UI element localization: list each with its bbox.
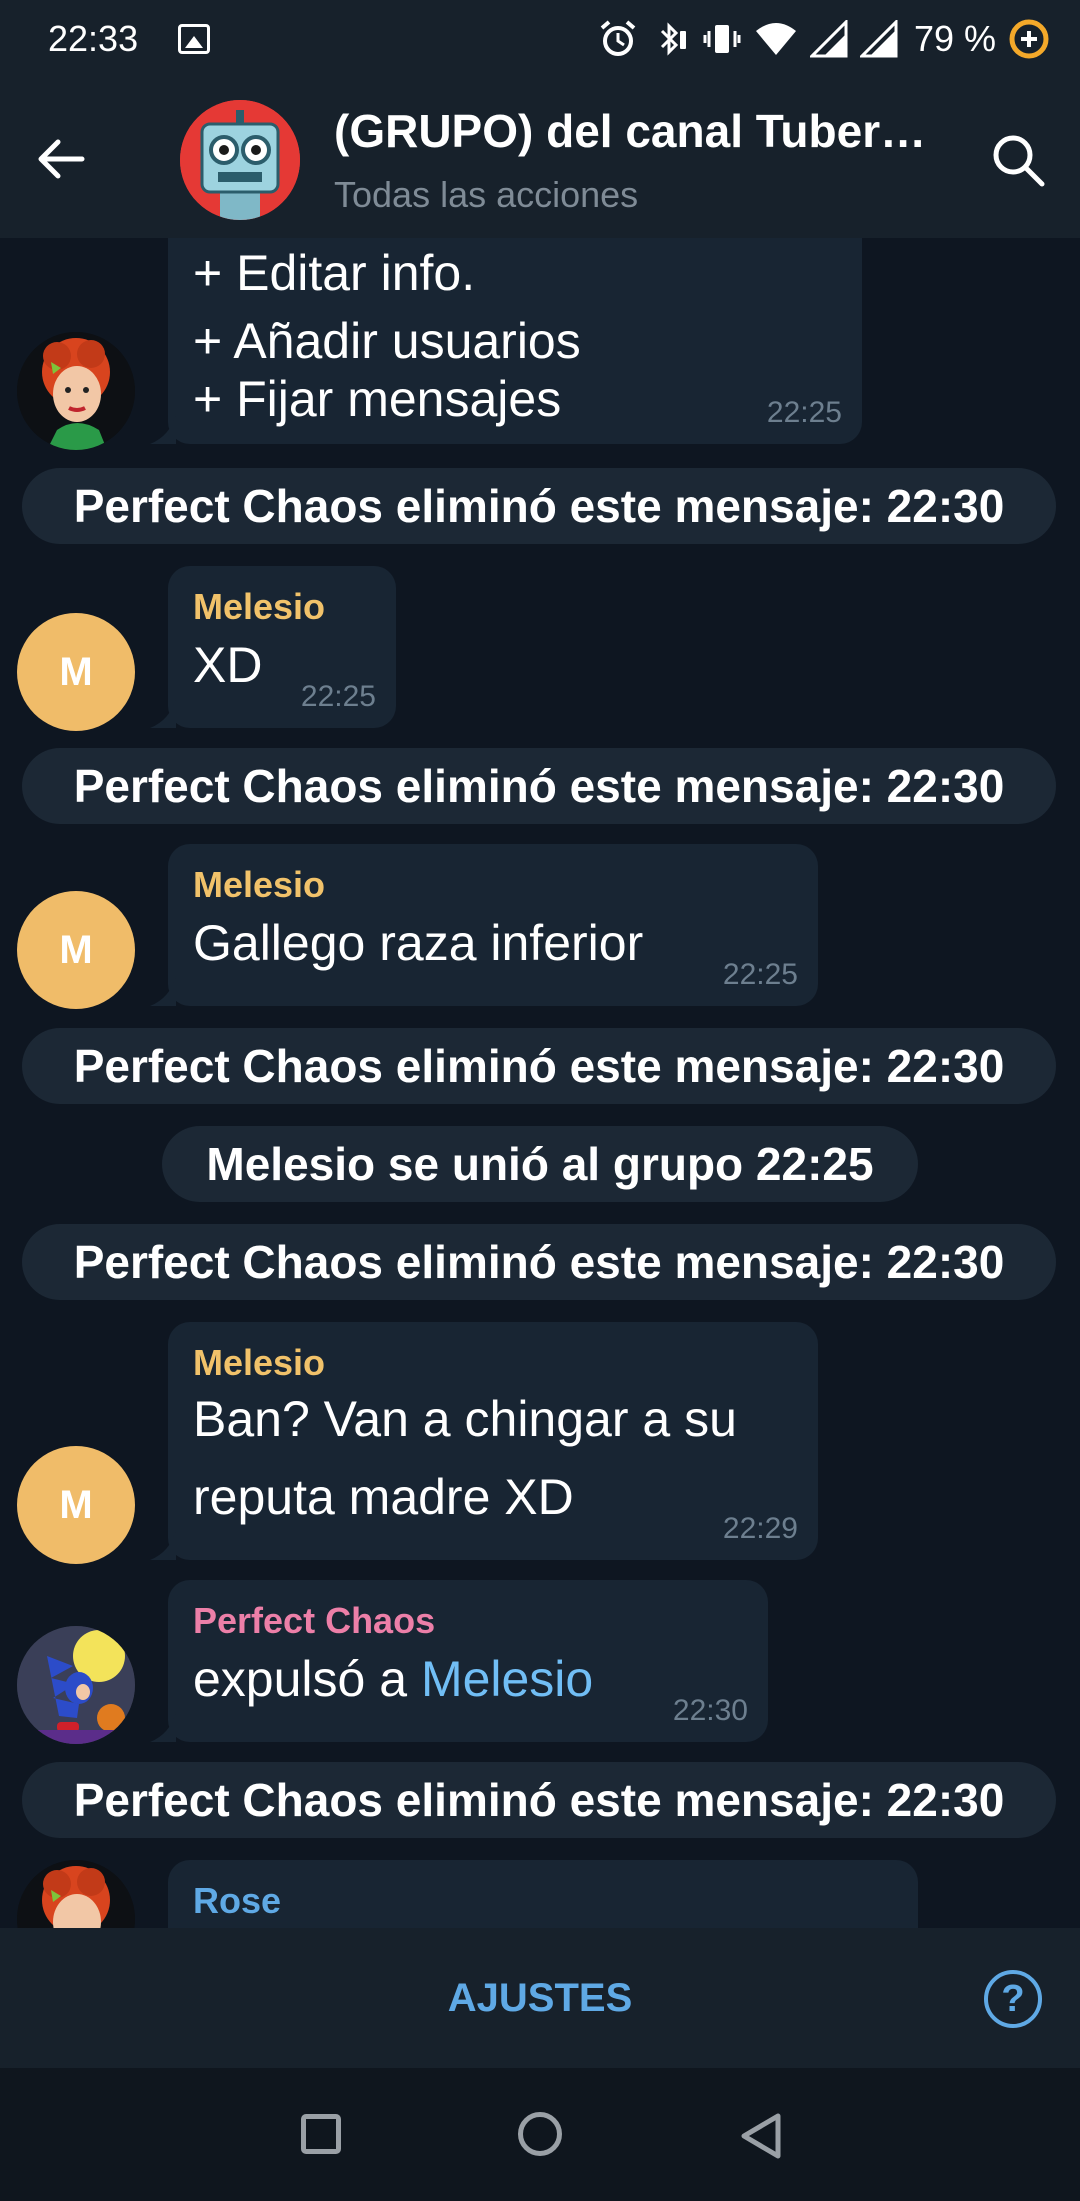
- rose-avatar-image: [17, 332, 135, 450]
- service-message: Perfect Chaos eliminó este mensaje: 22:3…: [22, 1762, 1056, 1838]
- message-text-line: reputa madre XD: [193, 1469, 574, 1525]
- message-time: 22:29: [722, 1512, 798, 1545]
- message-sender[interactable]: Perfect Chaos: [193, 1600, 435, 1642]
- avatar-melesio[interactable]: M: [17, 1446, 135, 1564]
- chat-list[interactable]: + Editar info. + Añadir usuarios + Fijar…: [0, 238, 1080, 1928]
- service-message: Perfect Chaos eliminó este mensaje: 22:3…: [22, 1028, 1056, 1104]
- message-text-line: + Fijar mensajes: [193, 371, 562, 427]
- navigation-bar: [0, 2068, 1080, 2201]
- message-sender[interactable]: Rose: [193, 1880, 281, 1922]
- avatar-melesio[interactable]: M: [17, 891, 135, 1009]
- bubble-tail: [150, 1530, 176, 1560]
- message-bubble[interactable]: Perfect Chaos expulsó a Melesio 22:30: [168, 1580, 768, 1742]
- message-time: 22:30: [672, 1694, 748, 1727]
- group-avatar[interactable]: [180, 100, 300, 220]
- nav-back-button[interactable]: [738, 2112, 784, 2160]
- message-text-prefix: expulsó a: [193, 1651, 421, 1707]
- bubble-tail: [150, 414, 176, 444]
- battery-saver-icon: [1009, 19, 1049, 59]
- sonic-avatar-image: [17, 1626, 135, 1744]
- avatar-melesio[interactable]: M: [17, 613, 135, 731]
- group-title[interactable]: (GRUPO) del canal Tuber…: [334, 104, 934, 158]
- bubble-tail: [150, 698, 176, 728]
- mention-link[interactable]: Melesio: [421, 1651, 593, 1707]
- message-sender[interactable]: Melesio: [193, 1342, 325, 1384]
- status-bar: 22:33 79 %: [0, 0, 1080, 80]
- service-message: Perfect Chaos eliminó este mensaje: 22:3…: [22, 748, 1056, 824]
- message-bubble[interactable]: Melesio XD 22:25: [168, 566, 396, 728]
- bottom-bar: AJUSTES ?: [0, 1928, 1080, 2068]
- image-notification-icon: [178, 24, 210, 54]
- avatar-rose[interactable]: [17, 1860, 135, 1928]
- avatar-perfect-chaos[interactable]: [17, 1626, 135, 1744]
- service-message: Perfect Chaos eliminó este mensaje: 22:3…: [22, 468, 1056, 544]
- status-icons: 79 %: [598, 14, 1050, 64]
- screen: 22:33 79 % (GRUPO) del canal Tuber… Toda…: [0, 0, 1080, 2201]
- message-text: Gallego raza inferior: [193, 915, 644, 971]
- search-button[interactable]: [986, 128, 1050, 192]
- signal-icon-2: [859, 20, 898, 58]
- service-message-joined: Melesio se unió al grupo 22:25: [162, 1126, 918, 1202]
- search-icon: [993, 135, 1045, 187]
- message-text: expulsó a Melesio: [193, 1640, 593, 1718]
- message-text: XD: [193, 637, 263, 693]
- bubble-tail: [150, 976, 176, 1006]
- bubble-tail: [150, 1712, 176, 1742]
- message-sender[interactable]: Melesio: [193, 586, 325, 628]
- alarm-icon: [600, 20, 636, 56]
- message-bubble[interactable]: Melesio Ban? Van a chingar a su reputa m…: [168, 1322, 818, 1560]
- status-time: 22:33: [48, 18, 139, 59]
- vibrate-icon: [703, 25, 741, 53]
- service-message: Perfect Chaos eliminó este mensaje: 22:3…: [22, 1224, 1056, 1300]
- message-bubble[interactable]: Rose: [168, 1860, 918, 1928]
- rose-avatar-image: [17, 1860, 135, 1928]
- robot-avatar-image: [180, 100, 300, 220]
- bluetooth-icon: [660, 22, 686, 56]
- avatar-rose[interactable]: [17, 332, 135, 450]
- header-subtitle: Todas las acciones: [334, 174, 639, 215]
- chat-header: (GRUPO) del canal Tuber… Todas las accio…: [0, 80, 1080, 238]
- message-time: 22:25: [722, 958, 798, 991]
- message-text-line: + Editar info.: [193, 245, 476, 301]
- message-text-line: Ban? Van a chingar a su: [193, 1391, 737, 1447]
- home-button[interactable]: [518, 2112, 562, 2156]
- signal-icon-1: [809, 20, 848, 58]
- help-button[interactable]: ?: [984, 1970, 1042, 2028]
- message-bubble[interactable]: + Editar info. + Añadir usuarios + Fijar…: [168, 238, 862, 444]
- settings-button[interactable]: AJUSTES: [390, 1966, 690, 2030]
- battery-percent: 79 %: [913, 18, 996, 59]
- arrow-left-icon: [38, 139, 85, 179]
- message-bubble[interactable]: Melesio Gallego raza inferior 22:25: [168, 844, 818, 1006]
- wifi-icon: [755, 23, 796, 55]
- message-time: 22:25: [300, 680, 376, 713]
- message-sender[interactable]: Melesio: [193, 864, 325, 906]
- message-time: 22:25: [766, 396, 842, 429]
- recents-button[interactable]: [301, 2114, 341, 2154]
- back-button[interactable]: [30, 128, 92, 190]
